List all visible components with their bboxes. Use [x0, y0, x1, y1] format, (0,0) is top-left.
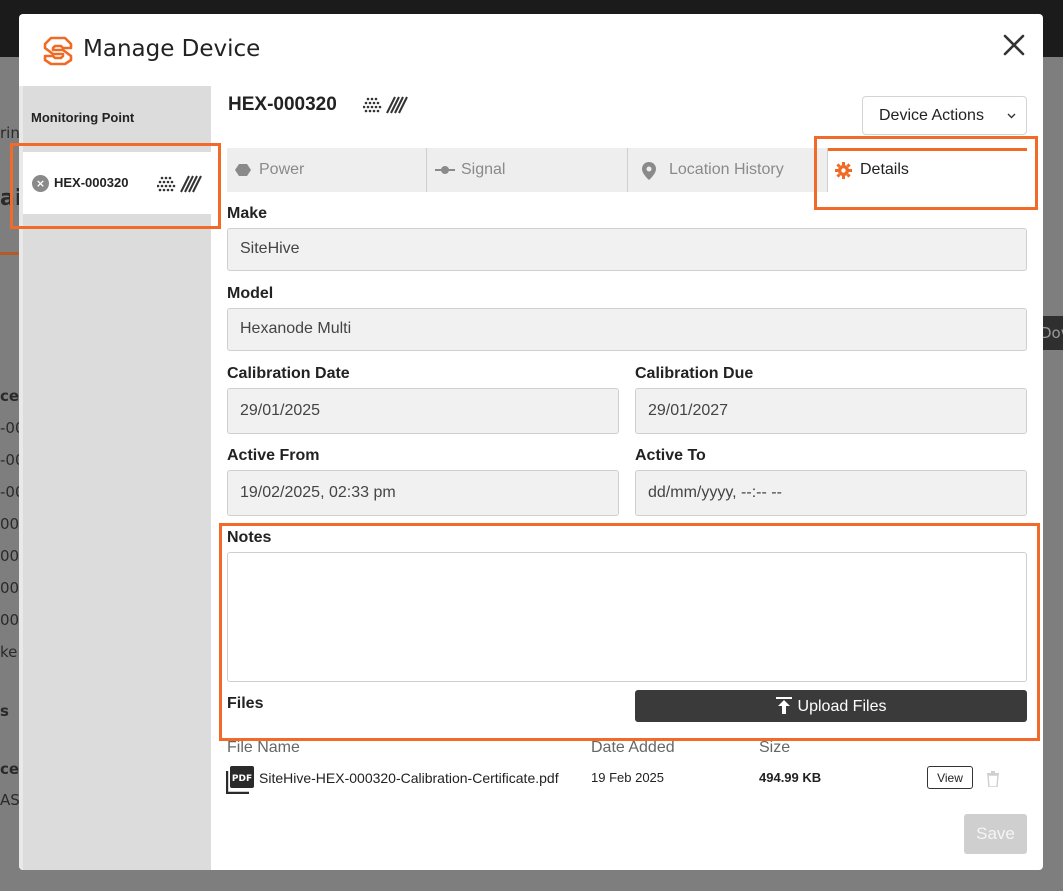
background-text: rin	[0, 124, 20, 142]
model-label: Model	[227, 285, 274, 302]
make-label: Make	[227, 205, 268, 222]
upload-files-button[interactable]: Upload Files	[635, 690, 1027, 722]
svg-text:PDF: PDF	[232, 774, 252, 784]
monitoring-point-sidebar: Monitoring Point × HEX-000320	[19, 86, 211, 870]
save-button[interactable]: Save	[964, 814, 1027, 854]
trash-icon[interactable]	[986, 771, 1000, 787]
background-text: 00	[0, 547, 20, 565]
notes-label: Notes	[227, 529, 272, 546]
device-actions-label: Device Actions	[879, 107, 984, 124]
background-underline	[0, 252, 20, 255]
device-type-icons	[363, 96, 408, 114]
tab-label: Location History	[669, 161, 784, 178]
background-text: ce	[0, 387, 20, 405]
sitehive-logo-icon	[43, 36, 73, 66]
date-added-cell: 19 Feb 2025	[591, 770, 665, 785]
make-field[interactable]: SiteHive	[227, 228, 1027, 271]
sidebar-item-label: HEX-000320	[54, 175, 129, 190]
size-header: Size	[759, 739, 791, 756]
calibration-date-label: Calibration Date	[227, 365, 350, 382]
background-text: ke	[0, 643, 18, 661]
device-id-heading: HEX-000320	[228, 94, 337, 115]
tab-location-history[interactable]: Location History	[628, 148, 827, 192]
sidebar-item-hex-000320[interactable]: × HEX-000320	[23, 152, 211, 214]
background-text: ce	[0, 760, 20, 778]
background-button: Dov	[1040, 316, 1063, 350]
device-type-icons	[157, 175, 202, 193]
modal-title: Manage Device	[83, 36, 261, 62]
active-to-label: Active To	[635, 447, 706, 464]
background-text: s	[0, 702, 9, 720]
files-label: Files	[227, 695, 264, 712]
tab-label: Power	[259, 161, 305, 178]
manage-device-modal: Manage Device Monitoring Point × HEX-000…	[19, 14, 1043, 870]
device-actions-dropdown[interactable]: Device Actions	[862, 96, 1027, 135]
upload-files-label: Upload Files	[797, 698, 887, 715]
gear-icon	[835, 162, 852, 179]
tab-signal[interactable]: Signal	[427, 148, 627, 192]
location-pin-icon	[642, 162, 656, 180]
upload-icon	[775, 697, 792, 714]
hexagon-icon	[235, 164, 251, 176]
calibration-due-field[interactable]: 29/01/2027	[635, 388, 1027, 434]
active-from-field[interactable]: 19/02/2025, 02:33 pm	[227, 470, 619, 516]
remove-circle-icon[interactable]: ×	[32, 175, 49, 192]
active-from-label: Active From	[227, 447, 320, 464]
tab-power[interactable]: Power	[227, 148, 426, 192]
background-text: 00	[0, 611, 20, 629]
size-cell: 494.99 KB	[759, 770, 822, 785]
tab-label: Details	[860, 161, 909, 178]
file-name-header: File Name	[227, 739, 300, 756]
notes-textarea[interactable]	[227, 552, 1027, 682]
active-to-field[interactable]: dd/mm/yyyy, --:-- --	[635, 470, 1027, 516]
chevron-down-icon	[1007, 113, 1016, 119]
tab-label: Signal	[461, 161, 506, 178]
tab-details[interactable]: Details	[828, 148, 1027, 192]
modal-header: Manage Device	[19, 14, 1043, 86]
sidebar-heading: Monitoring Point	[31, 110, 135, 125]
close-icon[interactable]	[1001, 32, 1027, 58]
view-file-button[interactable]: View	[927, 766, 973, 789]
pdf-file-icon: PDF	[226, 766, 254, 794]
file-name-cell[interactable]: SiteHive-HEX-000320-Calibration-Certific…	[259, 770, 559, 786]
signal-icon	[435, 166, 455, 174]
background-text: 00	[0, 515, 20, 533]
device-tabs: Power Signal Location History Details	[227, 148, 1027, 192]
background-text: 00	[0, 579, 20, 597]
date-added-header: Date Added	[591, 739, 675, 756]
model-field[interactable]: Hexanode Multi	[227, 308, 1027, 351]
calibration-due-label: Calibration Due	[635, 365, 754, 382]
calibration-date-field[interactable]: 29/01/2025	[227, 388, 619, 434]
background-text: AS	[0, 791, 20, 809]
